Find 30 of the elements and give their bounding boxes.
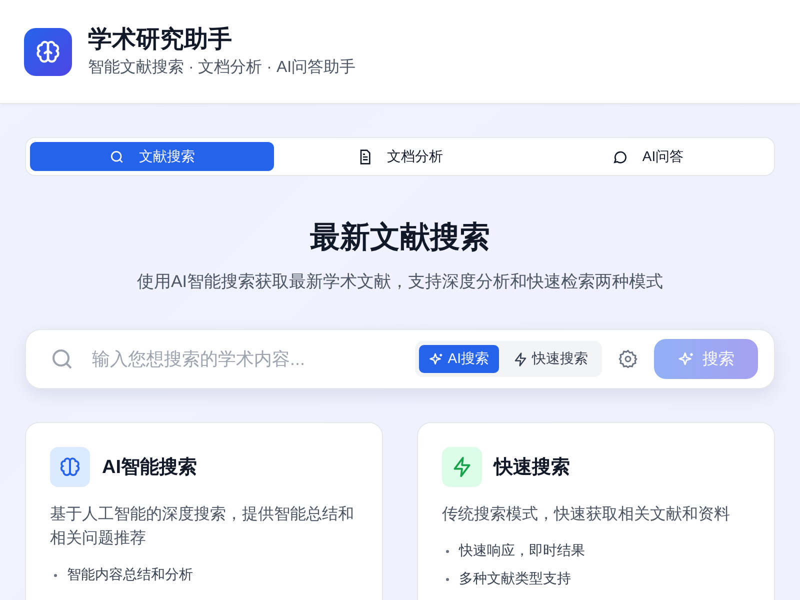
mode-option[interactable]: 快速搜索 — [503, 345, 598, 373]
feature-item: 快速响应，即时结果 — [459, 542, 585, 560]
lightning-icon — [513, 352, 528, 366]
page-heading: 最新文献搜索 — [309, 220, 491, 256]
settings-icon[interactable] — [618, 349, 638, 369]
tab[interactable]: 文档分析 — [278, 142, 522, 171]
brain-icon — [50, 447, 90, 487]
sparkle-icon — [678, 350, 694, 368]
app-title: 学术研究助手 — [88, 25, 233, 55]
card-description: 传统搜索模式，快速获取相关文献和资料 — [442, 504, 731, 525]
mode-option[interactable]: AI搜索 — [418, 345, 499, 373]
feature-item: 智能内容总结和分析 — [67, 566, 193, 584]
search-input[interactable]: 输入您想搜索的学术内容... — [90, 348, 415, 370]
lightning-icon — [442, 447, 482, 487]
bullet-icon — [54, 574, 57, 576]
search-icon — [50, 347, 74, 371]
search-icon — [109, 148, 125, 164]
bullet-icon — [446, 578, 449, 580]
card-title: AI智能搜索 — [102, 456, 197, 480]
bullet-icon — [446, 550, 449, 552]
brain-logo-icon — [24, 28, 72, 76]
tab[interactable]: 文献搜索 — [30, 142, 274, 171]
page-description: 使用AI智能搜索获取最新学术文献，支持深度分析和快速检索两种模式 — [136, 271, 664, 293]
tab[interactable]: AI问答 — [526, 142, 770, 171]
feature-item: 多种文献类型支持 — [459, 570, 571, 588]
card-description: 基于人工智能的深度搜索，提供智能总结和相关问题推荐 — [50, 504, 355, 549]
chat-bubble-icon — [612, 148, 628, 164]
card-title: 快速搜索 — [494, 456, 570, 480]
app-subtitle: 智能文献搜索 · 文档分析 · AI问答助手 — [88, 58, 356, 78]
sparkle-icon — [428, 352, 444, 366]
